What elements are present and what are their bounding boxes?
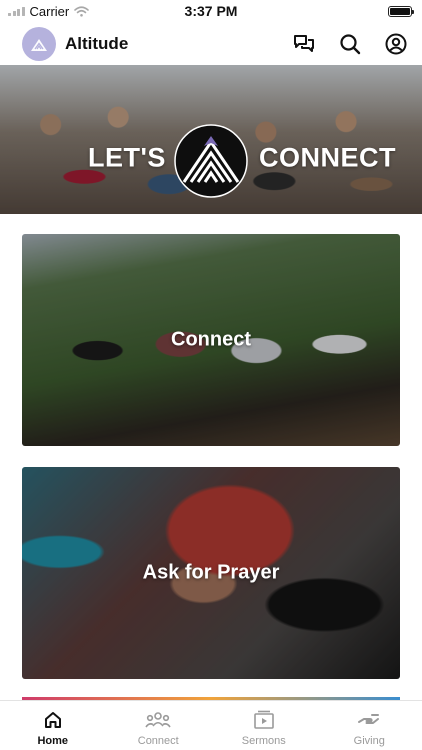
hero-text-left: LET'S — [88, 142, 166, 173]
tab-home-label: Home — [37, 735, 69, 747]
connect-card-title: Connect — [171, 328, 251, 351]
app-title: Altitude — [65, 33, 129, 53]
hero-text-right: CONNECT — [259, 142, 396, 173]
tab-sermons[interactable]: Sermons — [211, 701, 317, 750]
tab-connect[interactable]: Connect — [106, 701, 212, 750]
mountain-icon — [31, 38, 47, 51]
status-left: Carrier — [8, 3, 90, 19]
tab-home[interactable]: Home — [0, 701, 106, 750]
connect-card[interactable]: Connect — [22, 234, 400, 446]
tab-giving[interactable]: Giving — [317, 701, 422, 750]
header-actions — [292, 32, 408, 56]
search-icon[interactable] — [338, 32, 362, 56]
hero-banner[interactable]: LET'S CONNECT — [0, 65, 422, 214]
app-header: Altitude — [0, 22, 422, 65]
prayer-card-title: Ask for Prayer — [142, 561, 280, 584]
battery-icon — [388, 5, 414, 17]
chat-icon[interactable] — [292, 32, 316, 56]
profile-icon[interactable] — [384, 32, 408, 56]
altitude-logo[interactable] — [22, 26, 56, 61]
status-bar: Carrier 3:37 PM — [0, 0, 422, 22]
people-icon — [145, 709, 171, 731]
carrier-label: Carrier — [29, 3, 70, 19]
tab-sermons-label: Sermons — [241, 735, 286, 747]
video-icon — [253, 709, 275, 731]
tab-giving-label: Giving — [353, 735, 385, 747]
home-icon — [43, 709, 63, 731]
tab-bar: Home Connect Sermons Giving — [0, 700, 422, 750]
prayer-card[interactable]: Ask for Prayer — [22, 467, 400, 679]
giving-icon — [357, 709, 381, 731]
wifi-icon — [74, 5, 90, 17]
signal-icon — [8, 6, 25, 16]
altitude-emblem — [174, 124, 248, 198]
tab-connect-label: Connect — [137, 735, 179, 747]
